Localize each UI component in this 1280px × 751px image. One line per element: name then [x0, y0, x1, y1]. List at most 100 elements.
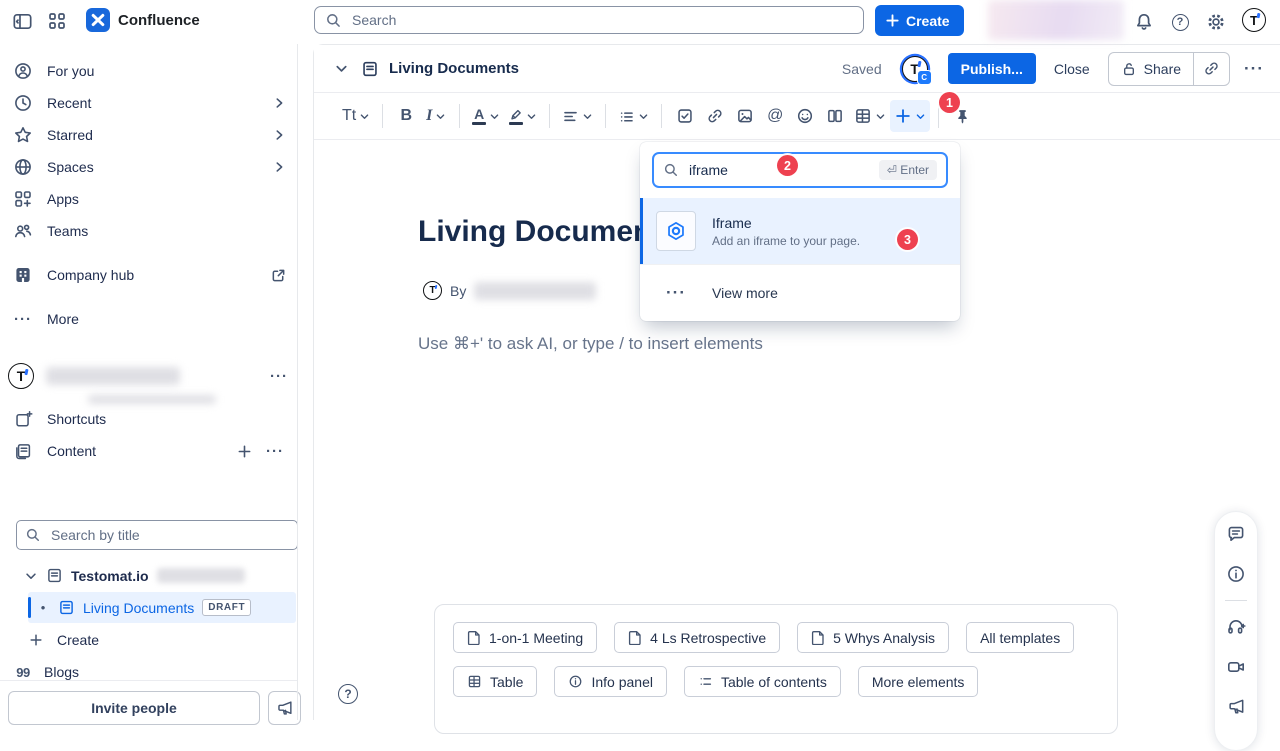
template-label: 4 Ls Retrospective — [650, 630, 766, 646]
menu-item-view-more[interactable]: ··· View more — [640, 264, 960, 321]
tour-step-1-badge: 1 — [939, 92, 960, 113]
toolbar-divider — [382, 104, 383, 128]
highlight-color-dropdown[interactable] — [504, 100, 541, 132]
list-dropdown[interactable] — [614, 100, 653, 132]
template-button-5whys[interactable]: 5 Whys Analysis — [797, 622, 949, 653]
help-button[interactable]: ? — [1168, 10, 1192, 34]
editor-help-button[interactable]: ? — [338, 684, 358, 704]
sidebar-item-for-you[interactable]: For you — [8, 55, 292, 87]
task-list-button[interactable] — [670, 100, 700, 132]
content-pages-icon — [13, 442, 33, 461]
space-more-button[interactable]: ··· — [270, 368, 288, 385]
sidebar-item-recent[interactable]: Recent — [8, 87, 292, 119]
sidebar-item-teams[interactable]: Teams — [8, 215, 292, 247]
text-color-bar — [472, 122, 486, 125]
text-style-dropdown[interactable]: Tt — [338, 100, 374, 132]
app-switcher-button[interactable] — [47, 11, 67, 31]
breadcrumb-page-title[interactable]: Living Documents — [389, 60, 519, 77]
insert-image-button[interactable] — [730, 100, 760, 132]
chevron-right-icon — [272, 128, 286, 142]
sidebar-item-spaces[interactable]: Spaces — [8, 151, 292, 183]
template-button-1on1[interactable]: 1-on-1 Meeting — [453, 622, 597, 653]
link-icon — [1203, 60, 1220, 77]
video-camera-icon — [1226, 657, 1246, 677]
list-icon — [698, 674, 713, 689]
table-icon — [467, 674, 482, 689]
italic-dropdown[interactable]: I — [421, 100, 451, 132]
mention-button[interactable]: @ — [760, 100, 790, 132]
text-color-dropdown[interactable]: A — [468, 100, 504, 132]
space-header[interactable]: T ··· — [8, 359, 292, 393]
page-icon-selected — [58, 599, 75, 616]
insert-table-button[interactable]: Table — [453, 666, 537, 697]
teams-icon — [13, 221, 33, 241]
bold-button[interactable]: B — [391, 100, 421, 132]
template-label: More elements — [872, 674, 965, 690]
insert-search[interactable]: ⏎ Enter — [652, 152, 948, 188]
chevron-down-icon — [334, 61, 349, 76]
align-dropdown[interactable] — [558, 100, 597, 132]
sidebar-item-company-hub[interactable]: Company hub — [8, 259, 292, 291]
notifications-button[interactable] — [1132, 10, 1156, 34]
content-search[interactable] — [16, 520, 298, 550]
editor-placeholder[interactable]: Use ⌘+' to ask AI, or type / to insert e… — [418, 334, 763, 354]
content-search-input[interactable] — [49, 526, 289, 544]
page-more-button[interactable]: ··· — [1244, 59, 1264, 79]
search-icon — [663, 162, 679, 178]
user-avatar[interactable]: T — [1242, 8, 1266, 32]
layouts-button[interactable] — [820, 100, 850, 132]
emoji-button[interactable] — [790, 100, 820, 132]
insert-info-panel-button[interactable]: Info panel — [554, 666, 667, 697]
close-button[interactable]: Close — [1050, 61, 1094, 77]
sidebar-item-starred[interactable]: Starred — [8, 119, 292, 151]
more-elements-button[interactable]: More elements — [858, 666, 979, 697]
search-input[interactable] — [350, 11, 853, 29]
sidebar-item-shortcuts[interactable]: Shortcuts — [8, 403, 292, 435]
page-icon — [46, 567, 63, 584]
insert-elements-dropdown[interactable] — [890, 100, 930, 132]
add-content-button[interactable] — [237, 444, 252, 459]
global-search[interactable] — [314, 6, 864, 34]
sidebar-item-content[interactable]: Content ··· — [8, 435, 292, 467]
tree-item-space-root[interactable]: Testomat.io — [24, 560, 296, 591]
table-dropdown[interactable] — [850, 100, 890, 132]
collapse-sidebar-button[interactable] — [12, 11, 33, 32]
insert-link-button[interactable] — [700, 100, 730, 132]
share-button[interactable]: Share — [1109, 53, 1193, 85]
table-icon — [854, 107, 872, 125]
right-rail — [1214, 511, 1258, 751]
details-button[interactable] — [1226, 564, 1246, 584]
info-icon — [1226, 564, 1246, 584]
publish-button[interactable]: Publish... — [948, 53, 1036, 84]
announcements-button[interactable] — [1227, 697, 1246, 716]
all-templates-button[interactable]: All templates — [966, 622, 1074, 653]
sidebar-item-blogs[interactable]: 99 Blogs — [8, 656, 292, 688]
collaborator-avatar[interactable]: T C — [902, 56, 928, 82]
chevron-down-icon — [359, 111, 370, 122]
toolbar-divider — [661, 104, 662, 128]
columns-icon — [826, 107, 844, 125]
sidebar-item-apps[interactable]: Apps — [8, 183, 292, 215]
sidebar-item-label: More — [47, 311, 286, 327]
support-button[interactable] — [1226, 617, 1246, 637]
toolbar-divider — [938, 104, 939, 128]
template-button-4ls[interactable]: 4 Ls Retrospective — [614, 622, 780, 653]
create-button[interactable]: Create — [875, 5, 964, 36]
headset-plus-icon — [1226, 617, 1246, 637]
copy-link-button[interactable] — [1194, 53, 1229, 85]
breadcrumb-expand-button[interactable] — [334, 61, 349, 76]
chevron-down-icon[interactable] — [24, 569, 38, 583]
sidebar-item-more[interactable]: ··· More — [8, 303, 292, 335]
settings-button[interactable] — [1204, 10, 1228, 34]
tree-create-button[interactable]: Create — [24, 624, 292, 656]
view-more-label: View more — [712, 285, 778, 301]
comments-button[interactable] — [1226, 524, 1246, 544]
chevron-down-icon — [526, 111, 537, 122]
share-button-group: Share — [1108, 52, 1230, 86]
content-more-button[interactable]: ··· — [266, 443, 284, 460]
video-button[interactable] — [1226, 657, 1246, 677]
confluence-logo-icon[interactable] — [86, 8, 110, 32]
sidebar-item-label: Content — [47, 443, 223, 459]
tree-item-living-documents[interactable]: • Living Documents DRAFT — [28, 592, 296, 623]
insert-toc-button[interactable]: Table of contents — [684, 666, 841, 697]
